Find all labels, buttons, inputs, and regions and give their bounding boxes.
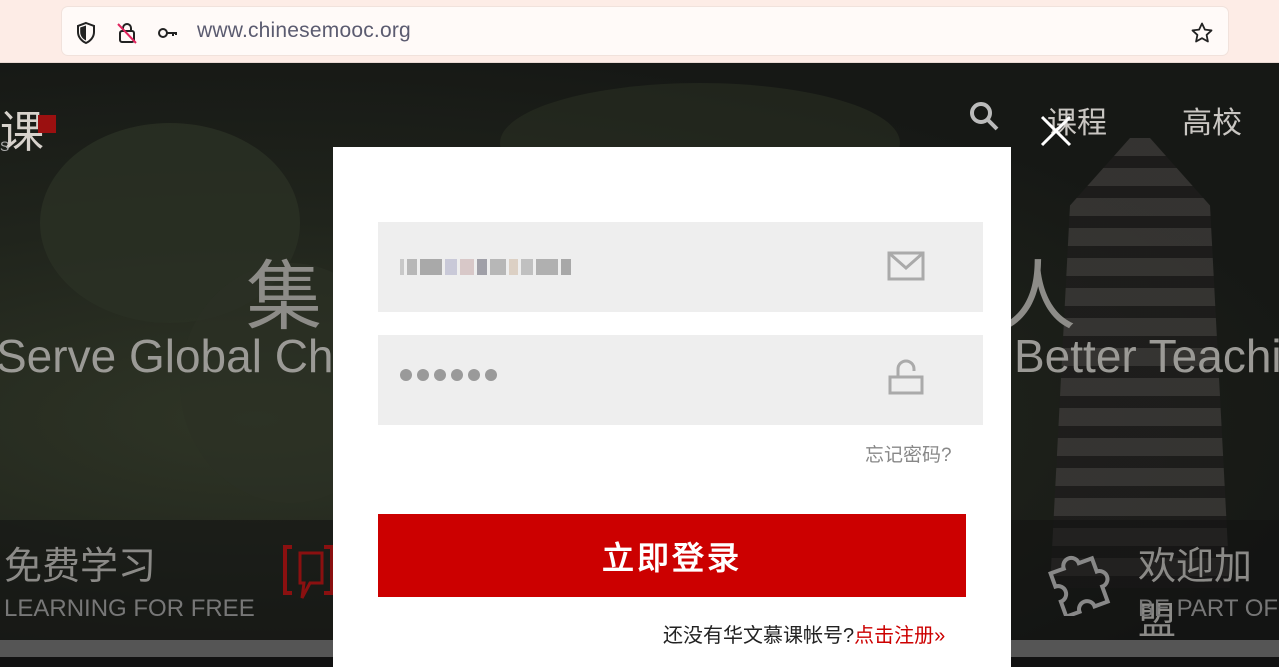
login-button[interactable]: 立即登录	[378, 514, 966, 597]
hero-subtitle-right: Better Teachi	[1014, 330, 1279, 382]
login-modal: 忘记密码? 立即登录 还没有华文慕课帐号?点击注册»	[333, 147, 1011, 667]
nav-universities[interactable]: 高校	[1182, 98, 1242, 142]
url-text[interactable]: www.chinesemooc.org	[197, 19, 411, 43]
no-account-text: 还没有华文慕课帐号?	[663, 625, 855, 647]
password-field[interactable]	[378, 335, 983, 425]
envelope-icon	[887, 251, 925, 281]
shield-icon[interactable]	[74, 21, 98, 45]
puzzle-icon	[1048, 555, 1111, 616]
search-icon[interactable]	[968, 100, 1000, 132]
site-logo-sub: S	[0, 138, 10, 154]
browser-toolbar: www.chinesemooc.org	[0, 0, 1279, 63]
lock-icon	[888, 359, 924, 395]
feature-free-subtitle: LEARNING FOR FREE	[4, 595, 255, 622]
register-link[interactable]: 点击注册»	[854, 625, 945, 647]
feature-free-title: 免费学习	[4, 546, 157, 588]
forgot-password-link[interactable]: 忘记密码?	[865, 440, 952, 467]
close-icon[interactable]	[1036, 111, 1076, 151]
hero-subtitle-left: Serve Global Chin	[0, 330, 370, 382]
insecure-lock-icon[interactable]	[115, 21, 139, 45]
logo-seal	[38, 115, 56, 133]
feature-join-subtitle: BE PART OF	[1138, 595, 1279, 622]
key-icon[interactable]	[156, 21, 180, 45]
username-field[interactable]	[378, 222, 983, 312]
address-bar[interactable]: www.chinesemooc.org	[62, 7, 1228, 55]
password-masked-value	[400, 368, 502, 386]
username-value-blurred	[400, 253, 574, 279]
feature-join-title: 欢迎加盟	[1138, 546, 1253, 643]
bookmark-star-icon[interactable]	[1190, 21, 1214, 45]
chat-bubble-icon	[283, 545, 334, 599]
register-prompt: 还没有华文慕课帐号?点击注册»	[663, 619, 945, 648]
url-host: www.chinesemooc.org	[197, 19, 411, 42]
